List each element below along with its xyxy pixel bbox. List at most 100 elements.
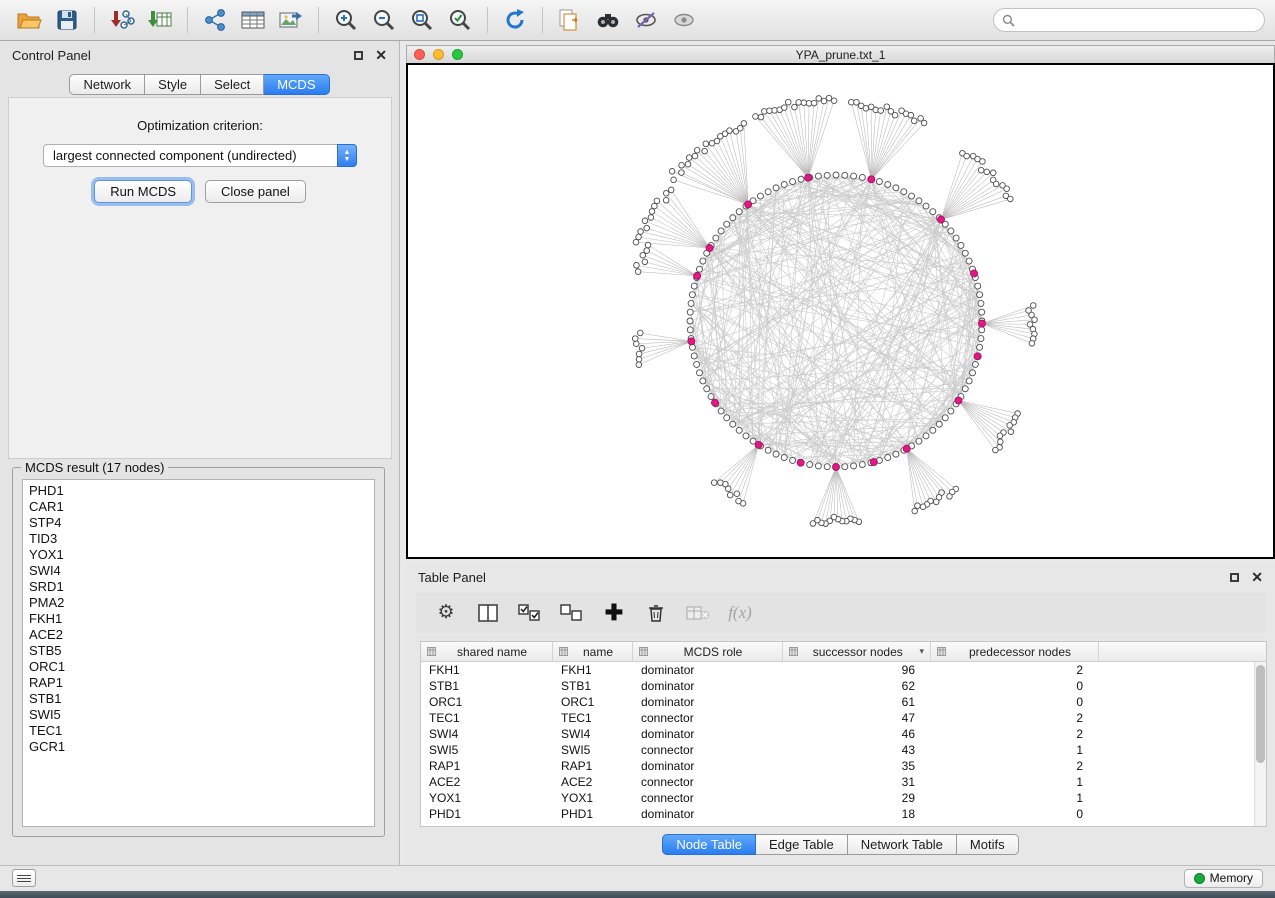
sort-chevron-icon[interactable]: ▾ (919, 646, 924, 657)
mcds-result-node[interactable]: ORC1 (29, 659, 368, 675)
table-row[interactable]: YOX1YOX1connector291 (421, 790, 1266, 806)
column-header-MCDS-role[interactable]: MCDS role (633, 642, 783, 661)
network-titlebar: YPA_prune.txt_1 (406, 45, 1275, 63)
table-panel-title: Table Panel (418, 570, 486, 585)
mcds-result-node[interactable]: GCR1 (29, 739, 368, 755)
mcds-result-node[interactable]: RAP1 (29, 675, 368, 691)
table-row[interactable]: ACE2ACE2connector311 (421, 774, 1266, 790)
zoom-fit-icon[interactable] (403, 3, 441, 37)
column-header-successor-nodes[interactable]: successor nodes▾ (783, 642, 931, 661)
table-cell: PHD1 (553, 807, 633, 821)
search-icon (1002, 14, 1015, 27)
column-header-shared-name[interactable]: shared name (421, 642, 553, 661)
settings-gear-icon[interactable]: ⚙ (434, 601, 458, 625)
zoom-selected-icon[interactable] (441, 3, 479, 37)
mcds-result-node[interactable]: FKH1 (29, 611, 368, 627)
mcds-result-node[interactable]: YOX1 (29, 547, 368, 563)
table-tab-motifs[interactable]: Motifs (957, 834, 1019, 855)
table-cell: RAP1 (421, 759, 553, 773)
table-row[interactable]: FKH1FKH1dominator962 (421, 662, 1266, 678)
table-cell: STB1 (421, 679, 553, 693)
table-cell: 2 (931, 727, 1099, 741)
column-visibility-icon[interactable] (476, 601, 500, 625)
mcds-result-list[interactable]: PHD1CAR1STP4TID3YOX1SWI4SRD1PMA2FKH1ACE2… (22, 479, 375, 827)
table-tab-network-table[interactable]: Network Table (848, 834, 957, 855)
status-menu-icon[interactable] (12, 869, 36, 887)
table-row[interactable]: PHD1PHD1dominator180 (421, 806, 1266, 822)
delete-table-icon[interactable] (686, 601, 710, 625)
network-title: YPA_prune.txt_1 (407, 48, 1274, 62)
run-mcds-button[interactable]: Run MCDS (94, 180, 192, 203)
select-all-icon[interactable] (518, 601, 542, 625)
criterion-dropdown[interactable]: largest connected component (undirected)… (43, 144, 357, 167)
deselect-all-icon[interactable] (560, 601, 584, 625)
add-row-icon[interactable]: ✚ (602, 601, 626, 625)
tab-select[interactable]: Select (201, 74, 264, 95)
import-table-icon[interactable] (141, 3, 179, 37)
open-folder-icon[interactable] (10, 3, 48, 37)
table-row[interactable]: TEC1TEC1connector472 (421, 710, 1266, 726)
hide-selected-icon[interactable] (627, 3, 665, 37)
node-table: shared namenameMCDS rolesuccessor nodes▾… (420, 641, 1267, 827)
mcds-result-node[interactable]: SWI4 (29, 563, 368, 579)
network-canvas[interactable] (406, 63, 1275, 559)
mcds-result-node[interactable]: STP4 (29, 515, 368, 531)
tab-network[interactable]: Network (69, 74, 145, 95)
mcds-result-node[interactable]: STB5 (29, 643, 368, 659)
mcds-result-node[interactable]: PMA2 (29, 595, 368, 611)
float-panel-icon[interactable] (1230, 573, 1239, 582)
mcds-result-node[interactable]: PHD1 (29, 483, 368, 499)
table-tab-edge-table[interactable]: Edge Table (756, 834, 848, 855)
table-cell: 61 (783, 695, 931, 709)
mcds-result-node[interactable]: TID3 (29, 531, 368, 547)
close-panel-icon[interactable]: ✕ (375, 50, 387, 60)
network-window: YPA_prune.txt_1 (406, 45, 1275, 559)
table-row[interactable]: SWI4SWI4dominator462 (421, 726, 1266, 742)
memory-button[interactable]: Memory (1184, 869, 1263, 888)
function-builder-icon[interactable]: f(x) (728, 601, 752, 625)
scrollbar-thumb[interactable] (1256, 665, 1265, 763)
refresh-icon[interactable] (496, 3, 534, 37)
new-network-icon[interactable] (196, 3, 234, 37)
column-type-icon (937, 647, 946, 656)
zoom-in-icon[interactable] (327, 3, 365, 37)
table-cell: 1 (931, 743, 1099, 757)
close-panel-button[interactable]: Close panel (205, 180, 306, 203)
table-row[interactable]: STB1STB1dominator620 (421, 678, 1266, 694)
optimization-criterion-label: Optimization criterion: (9, 118, 391, 133)
column-header-predecessor-nodes[interactable]: predecessor nodes (931, 642, 1099, 661)
table-tab-node-table[interactable]: Node Table (662, 834, 756, 855)
cytoscape-window: Control Panel ✕ NetworkStyleSelectMCDS O… (0, 0, 1275, 898)
close-panel-icon[interactable]: ✕ (1251, 572, 1263, 582)
network-graph[interactable] (408, 65, 1273, 557)
mcds-result-node[interactable]: TEC1 (29, 723, 368, 739)
table-row[interactable]: RAP1RAP1dominator352 (421, 758, 1266, 774)
table-row[interactable]: ORC1ORC1dominator610 (421, 694, 1266, 710)
import-network-icon[interactable] (103, 3, 141, 37)
mcds-result-node[interactable]: STB1 (29, 691, 368, 707)
column-header-name[interactable]: name (553, 642, 633, 661)
table-scrollbar[interactable] (1254, 662, 1266, 826)
table-row[interactable]: SWI5SWI5connector431 (421, 742, 1266, 758)
table-cell: dominator (633, 695, 783, 709)
search-input[interactable] (1021, 13, 1256, 27)
tab-mcds[interactable]: MCDS (264, 74, 329, 95)
search-field[interactable] (993, 8, 1265, 32)
mcds-result-node[interactable]: ACE2 (29, 627, 368, 643)
float-panel-icon[interactable] (354, 51, 363, 60)
mcds-result-node[interactable]: SWI5 (29, 707, 368, 723)
save-icon[interactable] (48, 3, 86, 37)
mcds-result-node[interactable]: SRD1 (29, 579, 368, 595)
mcds-result-groupbox: MCDS result (17 nodes) PHD1CAR1STP4TID3Y… (12, 467, 385, 837)
network-table-icon[interactable] (234, 3, 272, 37)
tab-style[interactable]: Style (145, 74, 201, 95)
zoom-out-icon[interactable] (365, 3, 403, 37)
search-network-icon[interactable] (589, 3, 627, 37)
mcds-result-node[interactable]: CAR1 (29, 499, 368, 515)
show-all-icon[interactable] (665, 3, 703, 37)
clone-network-icon[interactable] (551, 3, 589, 37)
control-panel-title: Control Panel (12, 48, 91, 63)
delete-row-icon[interactable] (644, 601, 668, 625)
export-image-icon[interactable] (272, 3, 310, 37)
desktop-background-strip (0, 891, 1275, 898)
